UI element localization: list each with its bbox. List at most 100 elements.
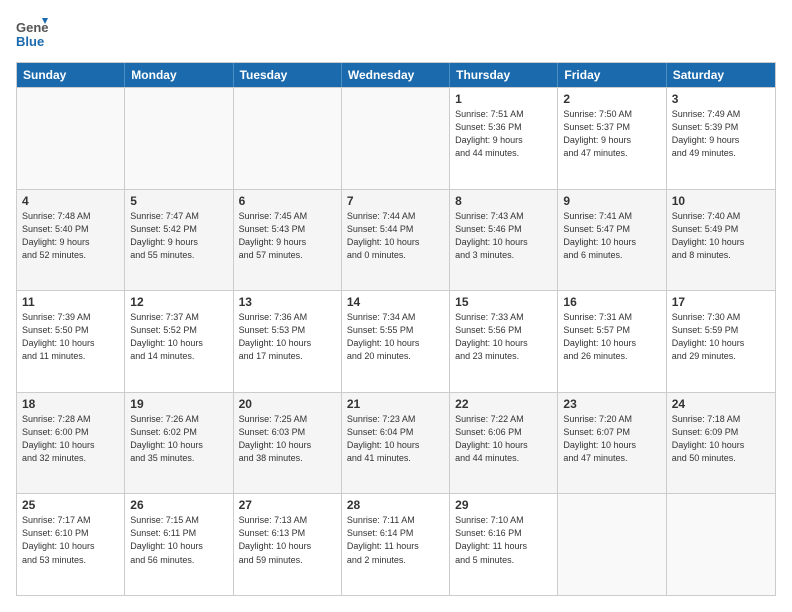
day-number: 20 [239, 397, 336, 411]
cal-cell-r3-c2: 12 Sunrise: 7:37 AMSunset: 5:52 PMDayligh… [125, 291, 233, 392]
day-number: 5 [130, 194, 227, 208]
day-info: Sunrise: 7:37 AMSunset: 5:52 PMDaylight:… [130, 311, 227, 363]
day-info: Sunrise: 7:17 AMSunset: 6:10 PMDaylight:… [22, 514, 119, 566]
cal-cell-r5-c6 [558, 494, 666, 595]
day-number: 22 [455, 397, 552, 411]
day-info: Sunrise: 7:31 AMSunset: 5:57 PMDaylight:… [563, 311, 660, 363]
day-info: Sunrise: 7:39 AMSunset: 5:50 PMDaylight:… [22, 311, 119, 363]
cal-cell-r4-c1: 18 Sunrise: 7:28 AMSunset: 6:00 PMDayligh… [17, 393, 125, 494]
cal-cell-r4-c5: 22 Sunrise: 7:22 AMSunset: 6:06 PMDayligh… [450, 393, 558, 494]
day-info: Sunrise: 7:20 AMSunset: 6:07 PMDaylight:… [563, 413, 660, 465]
calendar-row-1: 1 Sunrise: 7:51 AMSunset: 5:36 PMDaylight… [17, 87, 775, 189]
day-number: 10 [672, 194, 770, 208]
header-friday: Friday [558, 63, 666, 87]
cal-cell-r5-c1: 25 Sunrise: 7:17 AMSunset: 6:10 PMDayligh… [17, 494, 125, 595]
day-number: 1 [455, 92, 552, 106]
cal-cell-r1-c2 [125, 88, 233, 189]
cal-cell-r3-c7: 17 Sunrise: 7:30 AMSunset: 5:59 PMDayligh… [667, 291, 775, 392]
day-number: 6 [239, 194, 336, 208]
cal-cell-r1-c7: 3 Sunrise: 7:49 AMSunset: 5:39 PMDaylight… [667, 88, 775, 189]
calendar-row-4: 18 Sunrise: 7:28 AMSunset: 6:00 PMDayligh… [17, 392, 775, 494]
day-info: Sunrise: 7:22 AMSunset: 6:06 PMDaylight:… [455, 413, 552, 465]
day-number: 13 [239, 295, 336, 309]
cal-cell-r2-c5: 8 Sunrise: 7:43 AMSunset: 5:46 PMDaylight… [450, 190, 558, 291]
cal-cell-r3-c1: 11 Sunrise: 7:39 AMSunset: 5:50 PMDayligh… [17, 291, 125, 392]
day-number: 15 [455, 295, 552, 309]
day-number: 3 [672, 92, 770, 106]
calendar: SundayMondayTuesdayWednesdayThursdayFrid… [16, 62, 776, 596]
day-number: 16 [563, 295, 660, 309]
header-thursday: Thursday [450, 63, 558, 87]
day-info: Sunrise: 7:23 AMSunset: 6:04 PMDaylight:… [347, 413, 444, 465]
svg-text:General: General [16, 20, 48, 35]
cal-cell-r5-c4: 28Sunrise: 7:11 AMSunset: 6:14 PMDayligh… [342, 494, 450, 595]
cal-cell-r2-c7: 10 Sunrise: 7:40 AMSunset: 5:49 PMDayligh… [667, 190, 775, 291]
day-number: 7 [347, 194, 444, 208]
cal-cell-r1-c3 [234, 88, 342, 189]
day-number: 24 [672, 397, 770, 411]
cal-cell-r5-c3: 27 Sunrise: 7:13 AMSunset: 6:13 PMDayligh… [234, 494, 342, 595]
day-info: Sunrise: 7:41 AMSunset: 5:47 PMDaylight:… [563, 210, 660, 262]
day-info: Sunrise: 7:36 AMSunset: 5:53 PMDaylight:… [239, 311, 336, 363]
day-number: 27 [239, 498, 336, 512]
day-number: 29 [455, 498, 552, 512]
day-number: 26 [130, 498, 227, 512]
cal-cell-r2-c6: 9 Sunrise: 7:41 AMSunset: 5:47 PMDaylight… [558, 190, 666, 291]
calendar-header: SundayMondayTuesdayWednesdayThursdayFrid… [17, 63, 775, 87]
cal-cell-r1-c4 [342, 88, 450, 189]
day-info: Sunrise: 7:28 AMSunset: 6:00 PMDaylight:… [22, 413, 119, 465]
svg-text:Blue: Blue [16, 34, 44, 49]
day-number: 14 [347, 295, 444, 309]
day-number: 18 [22, 397, 119, 411]
day-info: Sunrise: 7:45 AMSunset: 5:43 PMDaylight:… [239, 210, 336, 262]
day-number: 23 [563, 397, 660, 411]
day-info: Sunrise: 7:13 AMSunset: 6:13 PMDaylight:… [239, 514, 336, 566]
day-number: 21 [347, 397, 444, 411]
cal-cell-r5-c5: 29 Sunrise: 7:10 AMSunset: 6:16 PMDayligh… [450, 494, 558, 595]
day-info: Sunrise: 7:18 AMSunset: 6:09 PMDaylight:… [672, 413, 770, 465]
header-sunday: Sunday [17, 63, 125, 87]
day-info: Sunrise: 7:10 AMSunset: 6:16 PMDaylight:… [455, 514, 552, 566]
day-info: Sunrise: 7:51 AMSunset: 5:36 PMDaylight:… [455, 108, 552, 160]
header-wednesday: Wednesday [342, 63, 450, 87]
day-info: Sunrise: 7:34 AMSunset: 5:55 PMDaylight:… [347, 311, 444, 363]
day-info: Sunrise: 7:26 AMSunset: 6:02 PMDaylight:… [130, 413, 227, 465]
cal-cell-r4-c2: 19Sunrise: 7:26 AMSunset: 6:02 PMDayligh… [125, 393, 233, 494]
cal-cell-r1-c6: 2 Sunrise: 7:50 AMSunset: 5:37 PMDaylight… [558, 88, 666, 189]
cal-cell-r4-c3: 20 Sunrise: 7:25 AMSunset: 6:03 PMDayligh… [234, 393, 342, 494]
day-info: Sunrise: 7:40 AMSunset: 5:49 PMDaylight:… [672, 210, 770, 262]
cal-cell-r5-c2: 26Sunrise: 7:15 AMSunset: 6:11 PMDayligh… [125, 494, 233, 595]
cal-cell-r1-c5: 1 Sunrise: 7:51 AMSunset: 5:36 PMDaylight… [450, 88, 558, 189]
day-number: 17 [672, 295, 770, 309]
day-info: Sunrise: 7:48 AMSunset: 5:40 PMDaylight:… [22, 210, 119, 262]
header-saturday: Saturday [667, 63, 775, 87]
day-number: 25 [22, 498, 119, 512]
day-info: Sunrise: 7:49 AMSunset: 5:39 PMDaylight:… [672, 108, 770, 160]
cal-cell-r1-c1 [17, 88, 125, 189]
calendar-page: General Blue SundayMondayTuesdayWednesda… [0, 0, 792, 612]
day-number: 11 [22, 295, 119, 309]
cal-cell-r2-c4: 7 Sunrise: 7:44 AMSunset: 5:44 PMDaylight… [342, 190, 450, 291]
logo-svg: General Blue [16, 16, 48, 52]
calendar-body: 1 Sunrise: 7:51 AMSunset: 5:36 PMDaylight… [17, 87, 775, 595]
cal-cell-r3-c3: 13 Sunrise: 7:36 AMSunset: 5:53 PMDayligh… [234, 291, 342, 392]
day-number: 9 [563, 194, 660, 208]
day-info: Sunrise: 7:30 AMSunset: 5:59 PMDaylight:… [672, 311, 770, 363]
day-info: Sunrise: 7:44 AMSunset: 5:44 PMDaylight:… [347, 210, 444, 262]
calendar-row-2: 4Sunrise: 7:48 AMSunset: 5:40 PMDaylight… [17, 189, 775, 291]
header-tuesday: Tuesday [234, 63, 342, 87]
day-info: Sunrise: 7:33 AMSunset: 5:56 PMDaylight:… [455, 311, 552, 363]
header: General Blue [16, 16, 776, 52]
cal-cell-r4-c7: 24 Sunrise: 7:18 AMSunset: 6:09 PMDayligh… [667, 393, 775, 494]
cal-cell-r2-c1: 4Sunrise: 7:48 AMSunset: 5:40 PMDaylight… [17, 190, 125, 291]
cal-cell-r5-c7 [667, 494, 775, 595]
day-number: 12 [130, 295, 227, 309]
day-number: 2 [563, 92, 660, 106]
day-info: Sunrise: 7:47 AMSunset: 5:42 PMDaylight:… [130, 210, 227, 262]
cal-cell-r3-c4: 14 Sunrise: 7:34 AMSunset: 5:55 PMDayligh… [342, 291, 450, 392]
cal-cell-r3-c5: 15 Sunrise: 7:33 AMSunset: 5:56 PMDayligh… [450, 291, 558, 392]
day-info: Sunrise: 7:25 AMSunset: 6:03 PMDaylight:… [239, 413, 336, 465]
day-info: Sunrise: 7:43 AMSunset: 5:46 PMDaylight:… [455, 210, 552, 262]
day-info: Sunrise: 7:50 AMSunset: 5:37 PMDaylight:… [563, 108, 660, 160]
day-number: 8 [455, 194, 552, 208]
